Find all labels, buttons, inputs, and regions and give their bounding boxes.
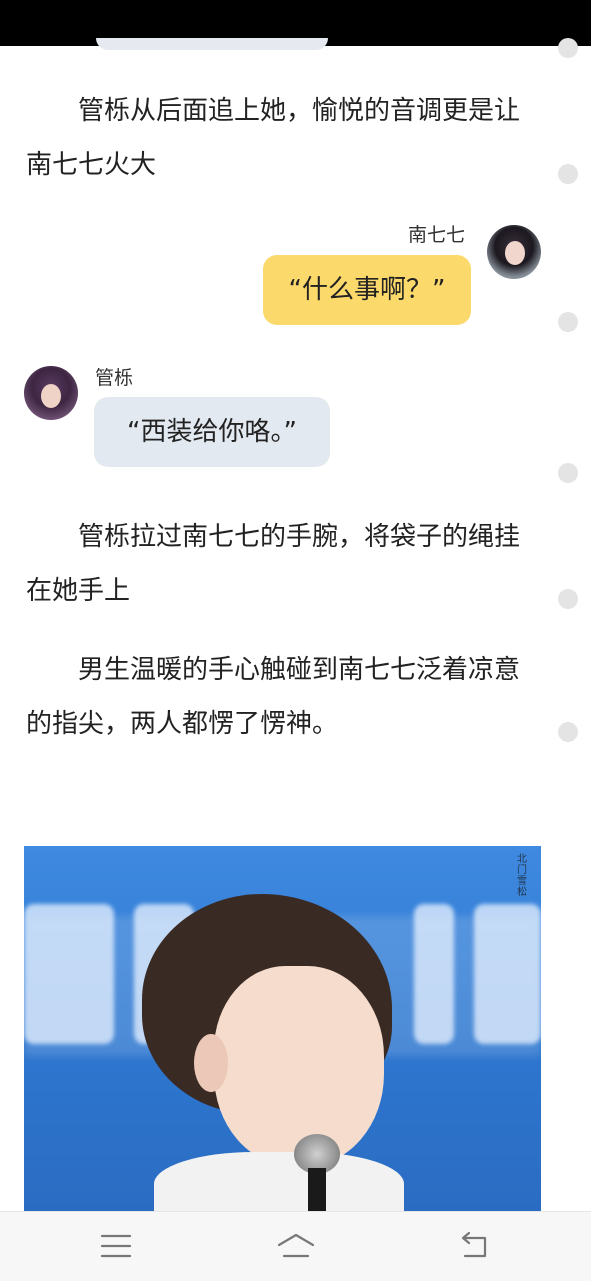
photo-sign-letter	[414, 904, 454, 1044]
dialogue-bubble: “西装给你咯。”	[94, 397, 330, 467]
story-paragraph: 管栎拉过南七七的手腕，将袋子的绳挂在她手上	[26, 522, 521, 606]
back-button[interactable]	[455, 1230, 495, 1262]
speaker-avatar[interactable]	[24, 366, 78, 420]
scroll-marker-dot	[558, 463, 578, 483]
scroll-marker-dot	[558, 164, 578, 184]
photo-sign-letter	[24, 904, 114, 1044]
microphone-handle	[308, 1168, 326, 1214]
speaker-avatar[interactable]	[487, 225, 541, 279]
photo-sign-letter	[474, 904, 541, 1044]
home-button[interactable]	[276, 1230, 316, 1262]
photo-watermark: 北门雪松	[517, 854, 527, 898]
scroll-marker-dot	[558, 589, 578, 609]
menu-button[interactable]	[96, 1230, 136, 1262]
menu-lines-icon	[100, 1234, 132, 1258]
dialogue-speaker-name: 管栎	[95, 367, 134, 389]
story-photo[interactable]: 北门雪松	[24, 846, 541, 1214]
scroll-marker-dot	[558, 722, 578, 742]
home-icon	[277, 1233, 315, 1258]
story-paragraph: 管栎从后面追上她，愉悦的音调更是让南七七火大	[26, 96, 521, 180]
photo-face	[214, 966, 384, 1166]
avatar-face	[505, 241, 525, 265]
back-arrow-icon	[461, 1231, 487, 1258]
dialogue-bubble: “什么事啊？”	[263, 255, 471, 325]
navigation-bar	[0, 1211, 591, 1281]
previous-bubble-edge	[96, 38, 328, 50]
dialogue-speaker-name: 南七七	[408, 224, 466, 246]
story-paragraph: 男生温暖的手心触碰到南七七泛着凉意的指尖，两人都愣了愣神。	[26, 655, 521, 739]
photo-ear	[194, 1034, 228, 1092]
photo-shirt	[154, 1152, 404, 1214]
avatar-face	[41, 384, 61, 408]
scroll-marker-dot	[558, 38, 578, 58]
scroll-marker-dot	[558, 312, 578, 332]
